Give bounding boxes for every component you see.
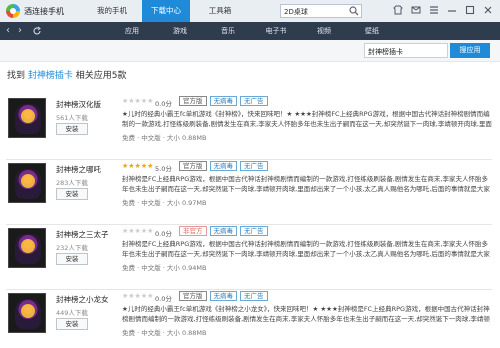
list-item: 封神榜之哪吒 283人下载 安装 ★★★★★ 5.0分 官方版 无病毒 无广告 … bbox=[6, 160, 492, 225]
app-thumbnail[interactable] bbox=[8, 98, 46, 138]
refresh-icon[interactable] bbox=[32, 26, 42, 36]
no-ads-badge: 无广告 bbox=[240, 226, 268, 236]
badges: 非官方 无病毒 无广告 bbox=[179, 226, 271, 236]
list-item: 封神榜之三太子 232人下载 安装 ★★★★★ 0.0分 非官方 无病毒 无广告… bbox=[6, 225, 492, 290]
category-tabs: 应用 游戏 音乐 电子书 视频 壁纸 bbox=[108, 22, 396, 40]
download-count: 449人下载 bbox=[56, 309, 88, 317]
app-description: ★儿时的经典小霸王fc单机游戏《封神榜》，快来回味吧！★ ★★★封神榜FC上经典… bbox=[122, 110, 492, 128]
install-button[interactable]: 安装 bbox=[56, 188, 88, 200]
result-heading-prefix: 找到 bbox=[7, 71, 26, 81]
top-search-input[interactable]: 2D桌球 bbox=[280, 4, 362, 18]
app-name[interactable]: 封神榜之小龙女 bbox=[56, 294, 109, 305]
official-badge: 官方版 bbox=[179, 161, 207, 171]
star-rating: ★★★★★ bbox=[122, 162, 154, 170]
app-logo-icon bbox=[6, 4, 20, 18]
tab-ebooks[interactable]: 电子书 bbox=[252, 22, 300, 40]
star-rating: ★★★★★ bbox=[122, 292, 154, 300]
download-count: 283人下载 bbox=[56, 179, 88, 187]
star-rating: ★★★★★ bbox=[122, 227, 154, 235]
score: 0.0分 bbox=[155, 295, 172, 303]
app-name[interactable]: 封神榜之哪吒 bbox=[56, 164, 101, 175]
list-item: 封神榜之小龙女 449人下载 安装 ★★★★★ 0.0分 官方版 无病毒 无广告… bbox=[6, 290, 492, 348]
app-thumbnail[interactable] bbox=[8, 163, 46, 203]
score: 5.0分 bbox=[155, 165, 172, 173]
no-virus-badge: 无病毒 bbox=[209, 96, 237, 106]
download-count: 561人下载 bbox=[56, 114, 88, 122]
app-name[interactable]: 封神榜汉化版 bbox=[56, 99, 101, 110]
non-official-badge: 非官方 bbox=[179, 226, 207, 236]
search-row: 封神榜插卡 搜应用 bbox=[0, 40, 500, 62]
list-item: 封神榜汉化版 561人下载 安装 ★★★★★ 0.0分 官方版 无病毒 无广告 … bbox=[6, 95, 492, 160]
app-meta: 免费 · 中文版 · 大小 0.97MB bbox=[122, 199, 207, 207]
search-icon[interactable] bbox=[349, 6, 359, 16]
badges: 官方版 无病毒 无广告 bbox=[179, 161, 271, 171]
title-bar: 酒连接手机 我的手机 下载中心 工具箱 2D桌球 bbox=[0, 0, 500, 22]
category-bar: ‹ › 应用 游戏 音乐 电子书 视频 壁纸 bbox=[0, 22, 500, 40]
install-button[interactable]: 安装 bbox=[56, 253, 88, 265]
minimize-icon[interactable] bbox=[446, 4, 458, 16]
app-name[interactable]: 封神榜之三太子 bbox=[56, 229, 109, 240]
result-heading-suffix: 相关应用5款 bbox=[75, 71, 127, 81]
score: 0.0分 bbox=[155, 230, 172, 238]
download-count: 232人下载 bbox=[56, 244, 88, 252]
top-nav-toolbox[interactable]: 工具箱 bbox=[196, 0, 244, 22]
install-button[interactable]: 安装 bbox=[56, 123, 88, 135]
official-badge: 官方版 bbox=[179, 291, 207, 301]
tab-video[interactable]: 视频 bbox=[300, 22, 348, 40]
no-ads-badge: 无广告 bbox=[240, 291, 268, 301]
app-meta: 免费 · 中文版 · 大小 0.88MB bbox=[122, 329, 207, 337]
app-search-value: 封神榜插卡 bbox=[368, 48, 403, 56]
app-meta: 免费 · 中文版 · 大小 0.94MB bbox=[122, 264, 207, 272]
close-icon[interactable] bbox=[482, 4, 494, 16]
tab-wallpaper[interactable]: 壁纸 bbox=[348, 22, 396, 40]
no-virus-badge: 无病毒 bbox=[209, 291, 237, 301]
install-button[interactable]: 安装 bbox=[56, 318, 88, 330]
top-nav-my-phone[interactable]: 我的手机 bbox=[88, 0, 136, 22]
top-search-value: 2D桌球 bbox=[284, 8, 308, 16]
no-ads-badge: 无广告 bbox=[240, 96, 268, 106]
result-heading: 找到 封神榜插卡 相关应用5款 bbox=[7, 68, 127, 81]
badges: 官方版 无病毒 无广告 bbox=[179, 96, 271, 106]
app-search-input[interactable]: 封神榜插卡 bbox=[364, 43, 448, 58]
star-rating: ★★★★★ bbox=[122, 97, 154, 105]
no-ads-badge: 无广告 bbox=[240, 161, 268, 171]
app-description: ★儿时的经典小霸王fc单机游戏《封神榜之小龙女》，快来回味吧！★ ★★★封神榜是… bbox=[122, 305, 490, 323]
menu-icon[interactable] bbox=[428, 4, 440, 16]
tab-music[interactable]: 音乐 bbox=[204, 22, 252, 40]
app-title: 酒连接手机 bbox=[24, 7, 64, 16]
result-list: 封神榜汉化版 561人下载 安装 ★★★★★ 0.0分 官方版 无病毒 无广告 … bbox=[0, 85, 500, 348]
app-thumbnail[interactable] bbox=[8, 293, 46, 333]
app-thumbnail[interactable] bbox=[8, 228, 46, 268]
result-heading-keyword[interactable]: 封神榜插卡 bbox=[28, 71, 73, 81]
tab-apps[interactable]: 应用 bbox=[108, 22, 156, 40]
official-badge: 官方版 bbox=[179, 96, 207, 106]
app-description: 封神榜是FC上经典RPG游戏，根据中国古代神话封神榜剧情而编制的一款游戏,打怪练… bbox=[122, 175, 490, 193]
top-nav: 我的手机 下载中心 工具箱 bbox=[88, 0, 250, 22]
no-virus-badge: 无病毒 bbox=[209, 226, 237, 236]
top-nav-download-center[interactable]: 下载中心 bbox=[142, 0, 190, 22]
tab-games[interactable]: 游戏 bbox=[156, 22, 204, 40]
app-meta: 免费 · 中文版 · 大小 0.88MB bbox=[122, 134, 207, 142]
score: 0.0分 bbox=[155, 100, 172, 108]
notification-icon[interactable] bbox=[410, 4, 422, 16]
skin-icon[interactable] bbox=[392, 4, 404, 16]
back-arrow-icon[interactable]: ‹ bbox=[6, 25, 10, 37]
no-virus-badge: 无病毒 bbox=[209, 161, 237, 171]
app-description: 封神榜是FC上经典RPG游戏，根据中国古代神话封神榜剧情而编制的一款游戏,打怪练… bbox=[122, 240, 490, 258]
search-apps-button[interactable]: 搜应用 bbox=[450, 43, 490, 58]
forward-arrow-icon[interactable]: › bbox=[18, 25, 22, 37]
maximize-icon[interactable] bbox=[464, 4, 476, 16]
badges: 官方版 无病毒 无广告 bbox=[179, 291, 271, 301]
